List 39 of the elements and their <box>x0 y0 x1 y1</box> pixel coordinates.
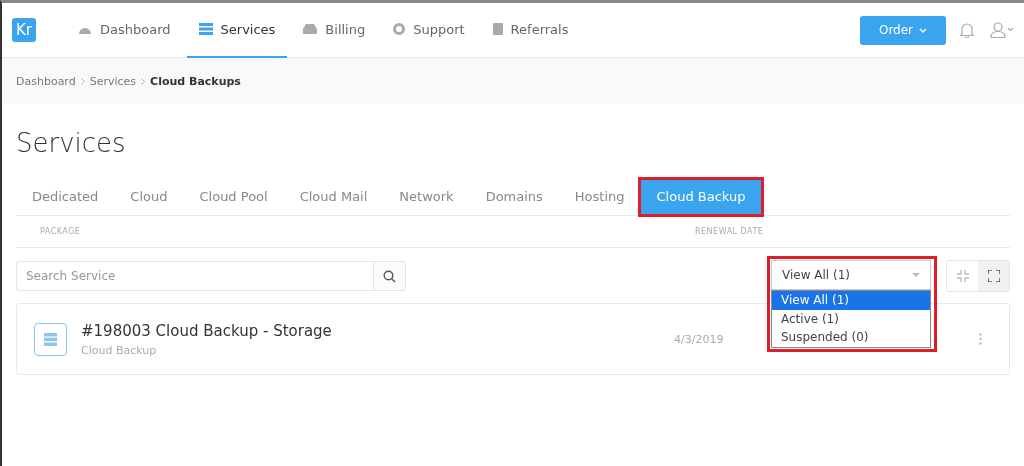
order-button[interactable]: Order <box>860 15 946 45</box>
nav-item[interactable]: Support <box>381 3 477 58</box>
tab[interactable]: Cloud Mail <box>283 179 384 214</box>
breadcrumb-link[interactable]: Dashboard <box>16 74 76 88</box>
renewal-date: 4/3/2019 <box>674 332 724 346</box>
chevron-icon <box>80 77 85 85</box>
tab[interactable]: Cloud Backup <box>640 179 762 214</box>
search-field[interactable]: Search Service <box>16 261 373 291</box>
service-name: #198003 Cloud Backup - Storage <box>81 321 333 340</box>
search-icon <box>383 269 396 283</box>
service-type: Cloud Backup <box>81 343 158 357</box>
server-icon <box>34 322 67 356</box>
page-title: Services <box>16 128 127 160</box>
user-icon[interactable] <box>990 22 1014 38</box>
logo[interactable]: Kr <box>12 18 36 42</box>
column-header: PACKAGE <box>40 227 82 236</box>
column-header: RENEWAL DATE <box>695 227 765 236</box>
dropdown-option[interactable]: View All (1) <box>772 291 930 310</box>
search-button[interactable] <box>373 261 406 291</box>
nav-item[interactable]: Billing <box>291 3 378 58</box>
tab[interactable]: Cloud <box>114 179 184 214</box>
view-toggle-button[interactable] <box>978 261 1009 291</box>
compress-icon <box>956 270 969 282</box>
caret-icon <box>912 273 920 277</box>
status-dropdown[interactable]: View All (1) <box>771 260 931 290</box>
tab[interactable]: Network <box>383 179 470 214</box>
bell-icon[interactable] <box>960 22 974 38</box>
more-icon[interactable] <box>979 333 982 345</box>
breadcrumb-link[interactable]: Services <box>89 74 137 88</box>
chevron-icon <box>919 27 928 33</box>
tab[interactable]: Dedicated <box>16 179 115 214</box>
nav-item[interactable]: Referrals <box>480 3 581 58</box>
server-icon <box>198 23 213 35</box>
expand-icon <box>987 270 1000 282</box>
tab[interactable]: Domains <box>469 179 559 214</box>
tab[interactable]: Cloud Pool <box>183 179 284 214</box>
chevron-icon <box>141 77 146 85</box>
nav-item[interactable]: Dashboard <box>66 3 183 58</box>
tab[interactable]: Hosting <box>558 179 641 214</box>
